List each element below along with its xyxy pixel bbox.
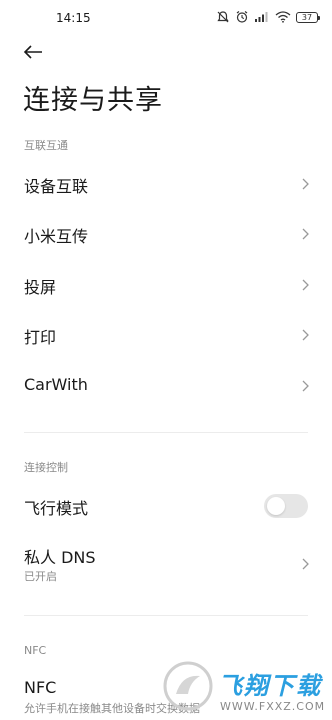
row-label: 打印 [24,328,57,347]
watermark: 飞翔下载 WWW.FXXZ.COM [160,656,332,720]
watermark-logo-icon [163,661,213,711]
wifi-icon [275,11,291,23]
chevron-right-icon [302,178,309,190]
toggle-knob [267,497,285,515]
status-icons: 37 [216,10,320,24]
chevron-right-icon [302,380,309,392]
row-label: NFC [24,678,57,697]
carwith-row[interactable]: CarWith [0,362,332,410]
back-arrow-icon [23,45,42,59]
row-label: CarWith [24,375,88,394]
status-bar: 14:15 37 [0,0,332,36]
battery-icon: 37 [296,11,320,23]
watermark-url: WWW.FXXZ.COM [220,700,326,713]
device-interconnect-row[interactable]: 设备互联 [0,160,332,208]
airplane-mode-row[interactable]: 飞行模式 [0,482,332,530]
row-label: 设备互联 [24,177,89,196]
section-header-interconnect: 互联互通 [24,139,68,152]
private-dns-row[interactable]: 私人 DNS 已开启 [0,538,332,590]
divider [24,615,308,616]
back-button[interactable] [20,40,48,64]
watermark-text: 飞翔下载 [218,672,322,700]
airplane-mode-toggle[interactable] [264,494,308,518]
divider [24,432,308,433]
section-header-nfc: NFC [24,644,47,657]
chevron-right-icon [302,279,309,291]
cast-row[interactable]: 投屏 [0,261,332,309]
row-label: 小米互传 [24,227,89,246]
print-row[interactable]: 打印 [0,311,332,359]
section-header-connection-control: 连接控制 [24,461,68,474]
row-label: 投屏 [24,278,57,297]
page-title: 连接与共享 [23,85,163,116]
status-time: 14:15 [56,11,91,25]
row-label: 私人 DNS [24,548,96,567]
chevron-right-icon [302,228,309,240]
cellular-signal-icon [255,12,268,22]
row-sublabel: 已开启 [24,570,57,583]
mute-icon [217,11,229,23]
row-label: 飞行模式 [24,499,89,518]
mi-share-row[interactable]: 小米互传 [0,210,332,258]
chevron-right-icon [302,329,309,341]
chevron-right-icon [302,558,309,570]
alarm-icon [236,11,248,23]
